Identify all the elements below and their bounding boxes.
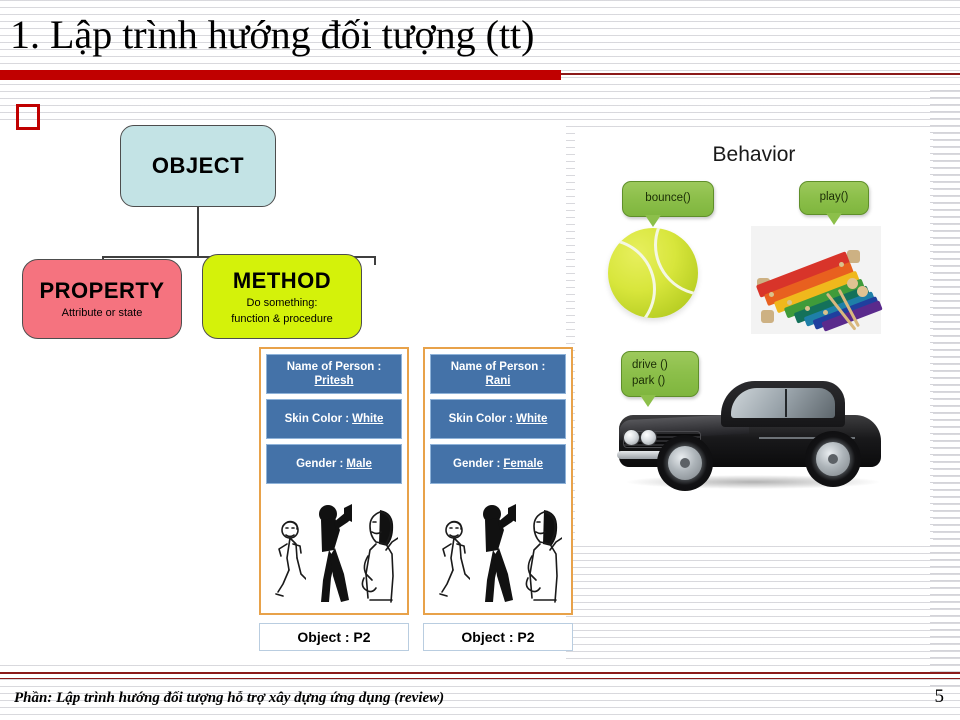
card-figure-group [266,489,402,604]
car-wheel [657,435,713,491]
card-attribute-gender-label: Gender : [296,457,344,470]
card-attribute-name: Name of Person : Pritesh [266,354,402,394]
card-attribute-name-value: Pritesh [314,375,354,387]
car-headlight [640,429,657,446]
silhouette-shouting-figure-icon [319,504,352,602]
object-instance-cards: Name of Person : Pritesh Skin Color : Wh… [259,347,575,655]
person-with-megaphone-figure-icon [361,510,398,603]
object-card-label: Object : P2 [259,623,409,651]
title-underline-thin [561,73,960,75]
card-attribute-gender: Gender : Female [430,444,566,484]
card-attribute-name: Name of Person : Rani [430,354,566,394]
person-with-megaphone-figure-icon [525,510,562,603]
bubble-tail-icon [826,213,842,225]
card-attribute-name-label: Name of Person : [450,360,546,373]
tennis-seam [608,238,656,318]
bubble-play: play() [799,181,869,225]
title-underline-thick [0,70,561,80]
card-attribute-skin-label: Skin Color : [448,412,514,425]
card-attribute-skin: Skin Color : White [430,399,566,439]
card-attribute-gender: Gender : Male [266,444,402,484]
diagram-node-property: PROPERTY Attribute or state [22,259,182,339]
footer-text: Phần: Lập trình hướng đối tượng hỗ trợ x… [14,690,445,706]
running-child-figure-icon [275,520,306,597]
diagram-node-method-label: METHOD [232,267,332,293]
connector-vertical [197,207,199,257]
card-attribute-skin: Skin Color : White [266,399,402,439]
bubble-bounce-label: bounce() [645,192,691,205]
tennis-ball-image [608,228,698,318]
behavior-title: Behavior [712,143,796,166]
car-windshield [731,388,835,418]
object-card-label: Object : P2 [423,623,573,651]
card-attribute-gender-value: Male [346,457,372,470]
connector-right-drop [374,256,376,265]
card-attribute-gender-label: Gender : [453,457,501,470]
card-figure-group [430,489,566,604]
object-card: Name of Person : Pritesh Skin Color : Wh… [259,347,409,615]
object-card: Name of Person : Rani Skin Color : White… [423,347,573,615]
page-number: 5 [934,686,945,707]
bubble-play-label: play() [819,191,849,204]
diagram-node-object: OBJECT [120,125,276,207]
card-attribute-name-label: Name of Person : [286,360,382,373]
car-wheel [805,431,861,487]
card-attribute-gender-value: Female [503,457,543,470]
tennis-seam [654,228,698,296]
car-image [609,363,899,503]
card-attribute-name-value: Rani [485,375,511,387]
slide-canvas: 1. Lập trình hướng đối tượng (tt) OBJECT… [0,0,960,720]
running-child-figure-icon [439,520,470,597]
diagram-node-method: METHOD Do something: function & procedur… [202,254,362,339]
diagram-node-property-subtitle: Attribute or state [61,307,143,320]
card-attribute-skin-value: White [516,412,548,425]
page-title: 1. Lập trình hướng đối tượng (tt) [10,12,535,57]
diagram-node-method-subtitle-1: Do something: [246,296,318,309]
footer-rule-top [0,672,960,674]
footer-rule-bottom [0,678,960,679]
silhouette-shouting-figure-icon [483,504,516,602]
xylophone-image [751,226,883,334]
diagram-node-object-label: OBJECT [151,153,245,178]
card-attribute-skin-label: Skin Color : [284,412,350,425]
car-headlight [623,429,640,446]
object-diagram: OBJECT PROPERTY Attribute or state METHO… [18,125,378,345]
card-attribute-skin-value: White [352,412,384,425]
diagram-node-property-label: PROPERTY [39,278,165,304]
bubble-tail-icon [645,215,661,227]
background-texture-strip [930,90,960,690]
bubble-bounce: bounce() [622,181,714,227]
car-window-pillar [785,389,787,417]
behavior-panel: Behavior bounce() play() drive () park (… [575,133,933,545]
diagram-node-method-subtitle-2: function & procedure [231,312,333,325]
